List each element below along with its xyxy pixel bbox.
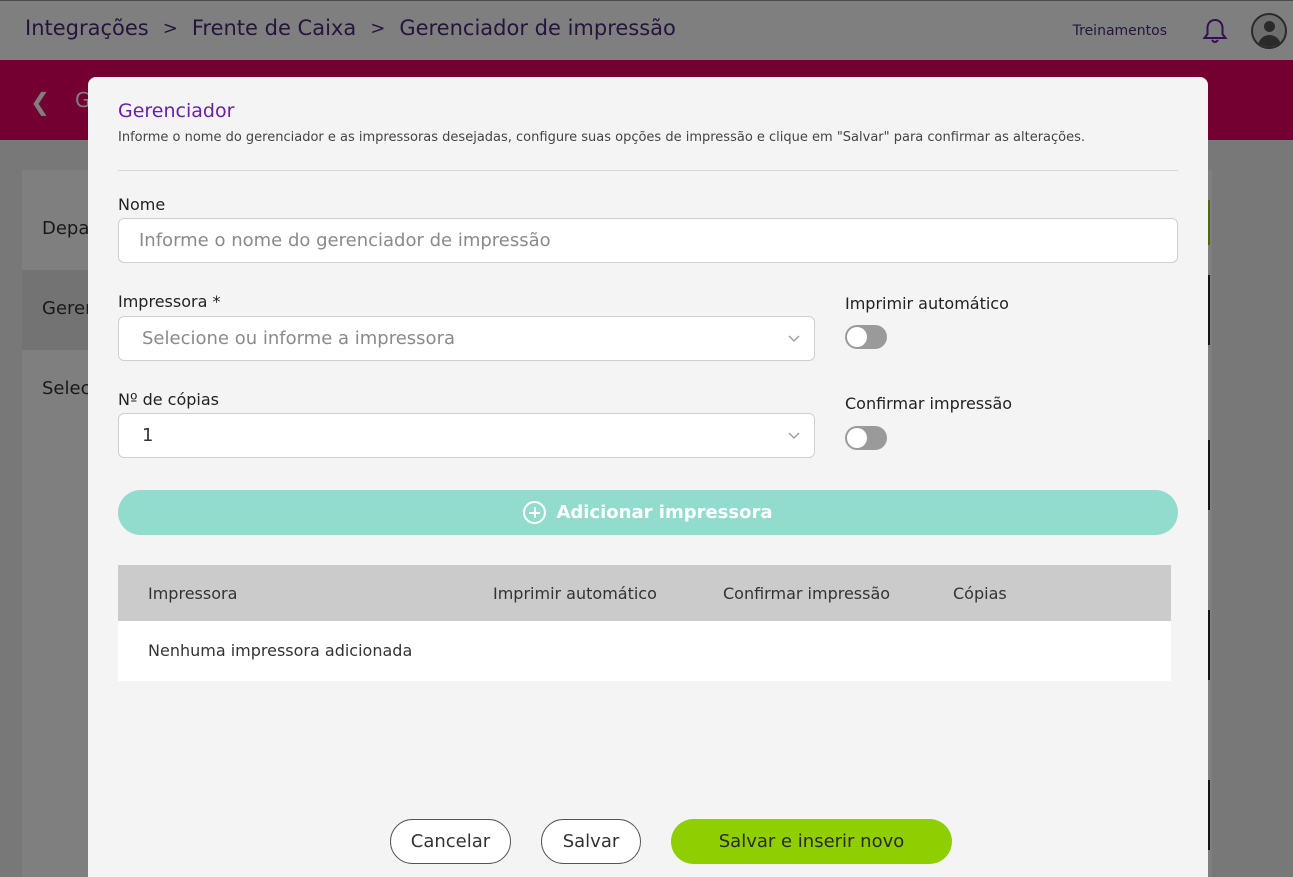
- empty-table-message: Nenhuma impressora adicionada: [148, 641, 413, 660]
- modal-title: Gerenciador: [118, 100, 235, 122]
- copies-select[interactable]: 1: [118, 413, 815, 458]
- column-header-copies: Cópias: [953, 584, 1007, 603]
- confirm-print-toggle[interactable]: [845, 426, 887, 450]
- printer-select[interactable]: Selecione ou informe a impressora: [118, 316, 815, 361]
- auto-print-toggle[interactable]: [845, 325, 887, 349]
- printer-label: Impressora *: [118, 292, 221, 311]
- table-body: Nenhuma impressora adicionada: [118, 621, 1171, 681]
- copies-label: Nº de cópias: [118, 390, 220, 409]
- print-manager-modal: Gerenciador Informe o nome do gerenciado…: [88, 77, 1208, 877]
- printer-select-placeholder: Selecione ou informe a impressora: [142, 328, 455, 349]
- add-printer-button[interactable]: Adicionar impressora: [118, 490, 1178, 535]
- column-header-confirm-print: Confirmar impressão: [723, 584, 891, 603]
- save-button[interactable]: Salvar: [541, 819, 641, 864]
- save-and-new-button[interactable]: Salvar e inserir novo: [671, 819, 952, 864]
- copies-select-value: 1: [142, 425, 154, 446]
- name-label: Nome: [118, 195, 166, 214]
- name-input[interactable]: [118, 218, 1178, 263]
- column-header-auto-print: Imprimir automático: [493, 584, 657, 603]
- printers-table: Impressora Imprimir automático Confirmar…: [118, 565, 1171, 681]
- auto-print-label: Imprimir automático: [845, 294, 1009, 313]
- plus-circle-icon: [523, 501, 547, 524]
- modal-description: Informe o nome do gerenciador e as impre…: [118, 130, 1086, 145]
- chevron-down-icon: [788, 335, 800, 342]
- column-header-printer: Impressora: [148, 584, 238, 603]
- add-printer-label: Adicionar impressora: [556, 502, 773, 523]
- table-header: Impressora Imprimir automático Confirmar…: [118, 565, 1171, 621]
- cancel-button[interactable]: Cancelar: [390, 819, 511, 864]
- divider: [118, 170, 1178, 171]
- chevron-down-icon: [788, 432, 800, 439]
- confirm-print-label: Confirmar impressão: [845, 394, 1013, 413]
